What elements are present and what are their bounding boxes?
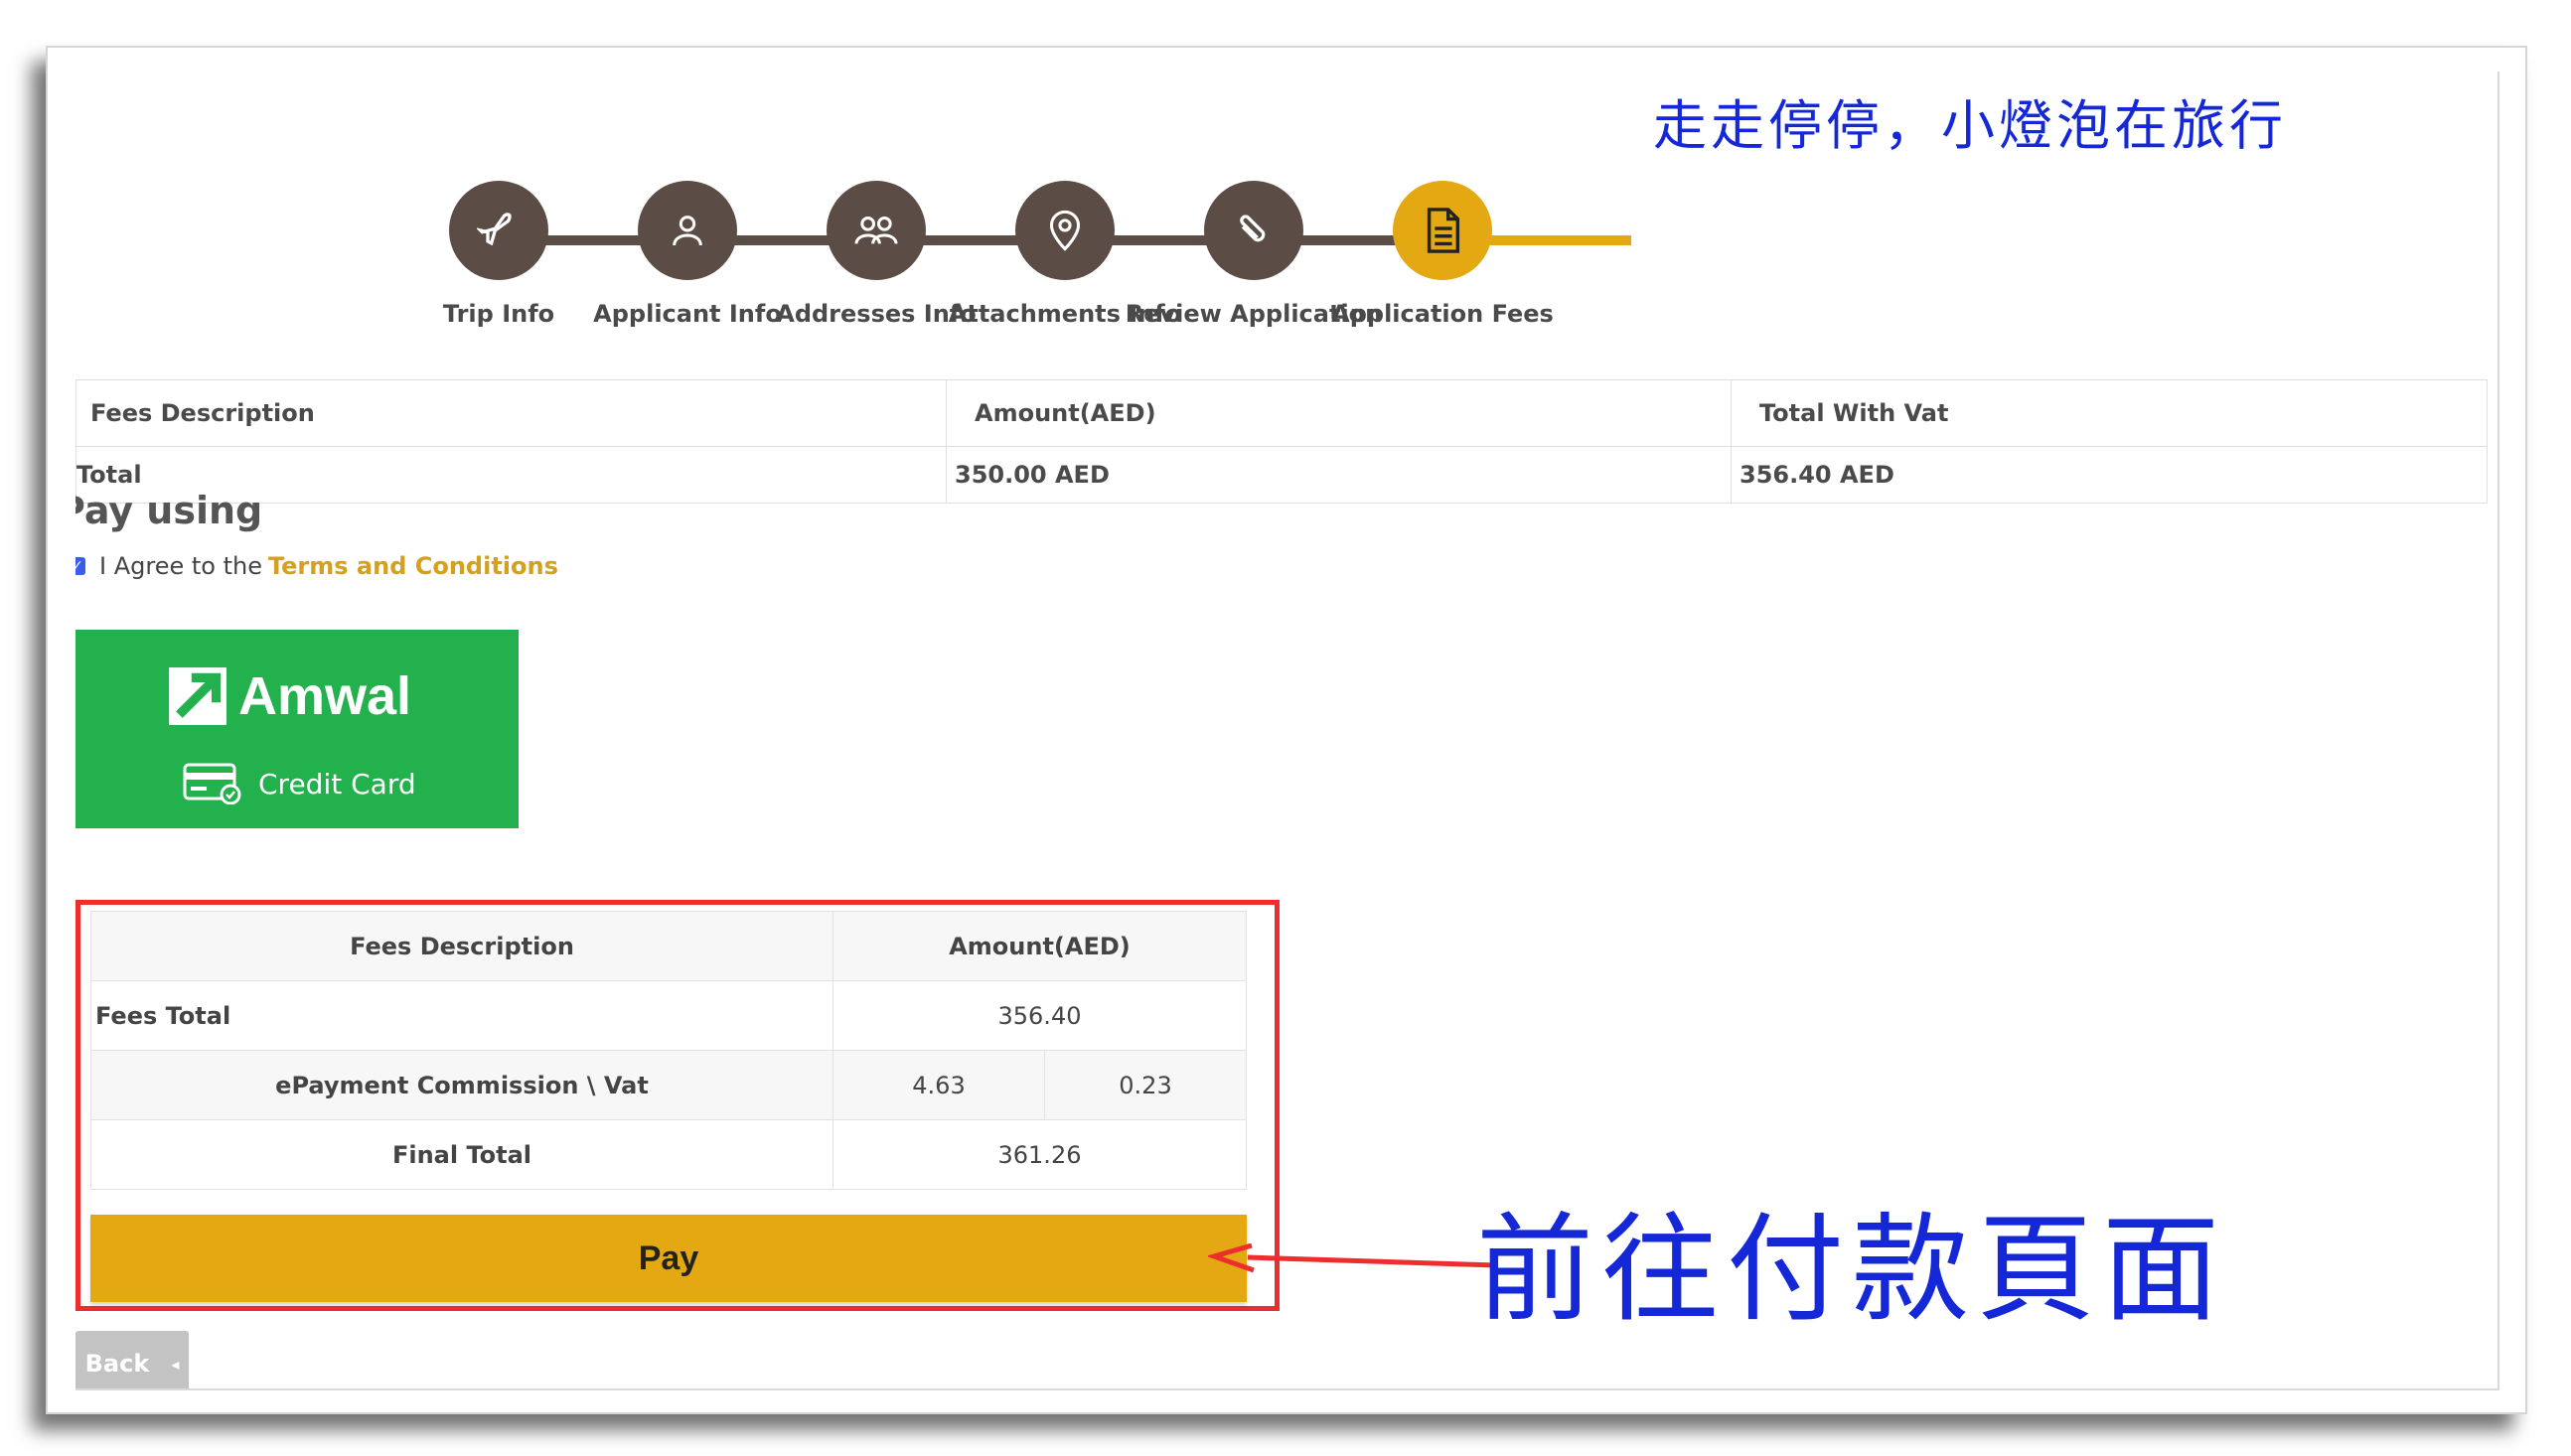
location-pin-icon <box>1015 181 1115 280</box>
table-cell: 356.40 AED <box>1731 446 2488 504</box>
annotation-arrow-icon <box>1208 1243 1497 1273</box>
progress-stepper: Trip Info Applicant Info Addresses Info … <box>76 141 2497 328</box>
annotation-text: 前往付款頁面 <box>1476 1201 2228 1338</box>
step-label: Application Fees <box>1331 300 1554 328</box>
terms-agreement: ✓ I Agree to the Terms and Conditions <box>76 552 558 580</box>
user-icon <box>638 181 737 280</box>
airplane-icon <box>449 181 548 280</box>
pay-button[interactable]: Pay <box>90 1215 1247 1302</box>
row-label: ePayment Commission \ Vat <box>90 1050 833 1120</box>
column-header: Total With Vat <box>1731 379 2488 447</box>
table-row: Final Total 361.26 <box>90 1119 1247 1190</box>
highlight-box: Fees Description Amount(AED) Fees Total … <box>76 900 1280 1311</box>
agree-text: I Agree to the <box>99 552 262 580</box>
caret-left-icon: ◂ <box>171 1354 180 1374</box>
column-header: Amount(AED) <box>946 379 1732 447</box>
terms-link[interactable]: Terms and Conditions <box>268 552 558 580</box>
amwal-payment-option[interactable]: Amwal Credit Card <box>76 630 519 828</box>
table-row: Fees Total 356.40 <box>90 980 1247 1051</box>
table-row: ePayment Commission \ Vat 4.63 0.23 <box>90 1050 1247 1120</box>
document-icon <box>1393 181 1492 280</box>
row-value: 356.40 <box>832 980 1247 1051</box>
provider-name: Amwal <box>238 666 412 726</box>
table-cell: 350.00 AED <box>946 446 1732 504</box>
row-label: Fees Total <box>90 980 833 1051</box>
users-icon <box>827 181 926 280</box>
row-value: 361.26 <box>832 1119 1247 1190</box>
terms-checkbox[interactable]: ✓ <box>76 557 85 575</box>
column-header: Fees Description <box>90 911 833 981</box>
table-header-row: Fees Description Amount(AED) Total With … <box>76 379 2488 447</box>
row-label: Final Total <box>90 1119 833 1190</box>
back-button[interactable]: Back ◂ <box>76 1331 189 1388</box>
table-header-row: Fees Description Amount(AED) <box>90 911 1247 981</box>
page-content: 走走停停，小燈泡在旅行 Trip Info Applicant Info Add… <box>76 72 2499 1390</box>
credit-card-option: Credit Card <box>183 763 416 804</box>
paperclip-icon <box>1204 181 1303 280</box>
credit-card-label: Credit Card <box>258 767 416 801</box>
payment-breakdown-table: Fees Description Amount(AED) Fees Total … <box>90 911 1247 1190</box>
amwal-logo: Amwal <box>167 665 411 727</box>
credit-card-icon <box>183 763 241 804</box>
screenshot-frame: 走走停停，小燈泡在旅行 Trip Info Applicant Info Add… <box>46 46 2527 1414</box>
column-header: Fees Description <box>76 379 947 447</box>
step-application-fees[interactable]: Application Fees <box>1293 181 1591 328</box>
fees-summary-table: Fees Description Amount(AED) Total With … <box>76 379 2488 504</box>
amwal-arrow-icon <box>169 667 227 725</box>
row-value: 4.63 <box>832 1050 1045 1120</box>
column-header: Amount(AED) <box>832 911 1247 981</box>
table-row: Total 350.00 AED 356.40 AED <box>76 446 2488 504</box>
back-label: Back <box>84 1350 150 1378</box>
row-value: 0.23 <box>1044 1050 1247 1120</box>
pay-using-heading: Pay using <box>76 489 263 532</box>
